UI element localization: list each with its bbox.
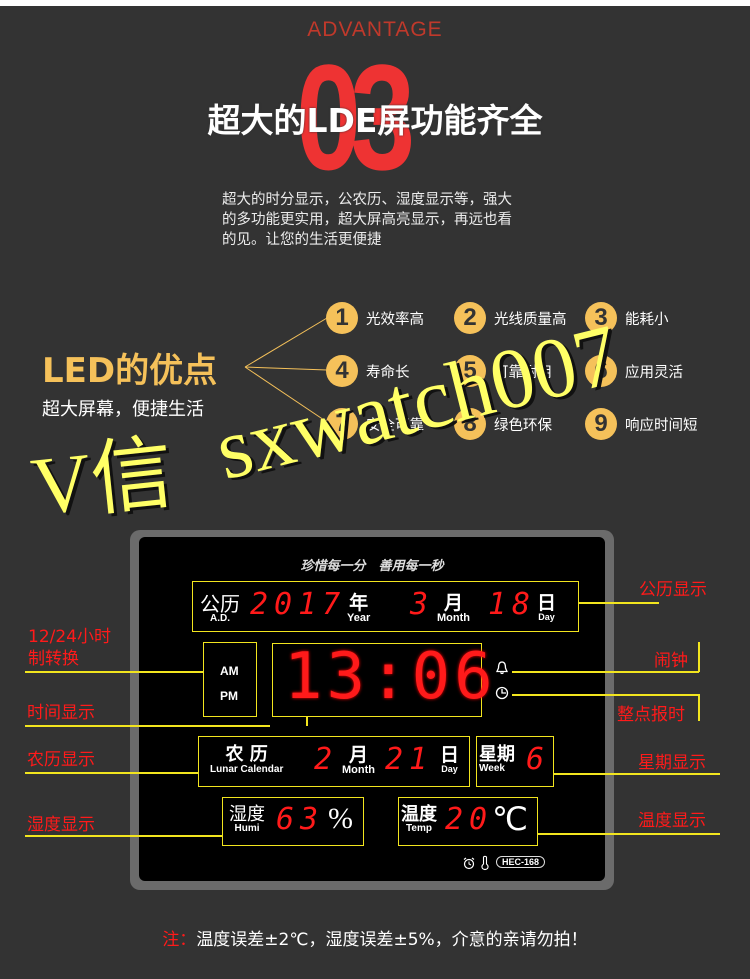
intro-line: 的见。让您的生活更便捷 <box>222 232 382 248</box>
alarm-clock-icon <box>463 857 475 870</box>
connector-line <box>244 317 328 368</box>
callout-humidity: 湿度显示 <box>27 815 95 835</box>
number-badge: 9 <box>585 408 617 440</box>
lunar-label-cn: 农 历 <box>225 744 268 765</box>
callout-temperature: 温度显示 <box>638 811 706 831</box>
advantage-item: 9 响应时间短 <box>585 408 698 440</box>
day-unit: 日 Day <box>537 588 556 622</box>
callout-line <box>25 772 198 774</box>
callout-line <box>698 642 700 672</box>
advantage-label: 能耗小 <box>625 311 669 328</box>
humidity-label-en: Humi <box>234 823 260 834</box>
solar-day-value: 18 <box>488 587 537 622</box>
temperature-value: 20 <box>445 802 494 837</box>
advantage-item: 1 光效率高 <box>326 302 424 334</box>
intro-paragraph: 超大的时分显示，公农历、湿度显示等，强大 的多功能更实用，超大屏高亮显示，再远也… <box>222 190 552 250</box>
advantage-label: 光效率高 <box>366 311 424 328</box>
callout-line <box>25 671 203 673</box>
callout-hour-mode-line1: 12/24小时 <box>28 627 111 647</box>
month-unit: 月 Month <box>437 588 470 624</box>
top-border <box>0 0 750 6</box>
note-prefix: 注： <box>162 930 197 950</box>
advantage-label: 响应时间短 <box>625 417 698 434</box>
model-badge: HEC-168 <box>496 856 546 868</box>
week-value: 6 <box>526 742 551 777</box>
temperature-label: 温度 Temp <box>401 800 437 834</box>
month-unit-cn: 月 <box>443 592 463 614</box>
led-advantages-title: LED的优点 <box>42 351 218 391</box>
bell-icon <box>496 661 508 675</box>
lunar-day-unit-en: Day <box>441 764 458 774</box>
day-unit-en: Day <box>538 612 555 622</box>
callout-line <box>698 694 700 721</box>
advantage-label: 应用灵活 <box>625 364 683 381</box>
solar-label: 公历 A.D. <box>200 588 240 624</box>
callout-line <box>306 717 308 726</box>
year-unit-cn: 年 <box>349 592 369 614</box>
callout-alarm: 闹钟 <box>654 651 688 671</box>
lunar-day-value: 21 <box>385 742 434 777</box>
lunar-month-unit: 月 Month <box>342 740 375 776</box>
callout-line <box>25 835 222 837</box>
lunar-month-unit-en: Month <box>342 764 375 776</box>
connector-line <box>244 366 328 371</box>
callout-hour-mode: 12/24小时 制转换 <box>28 626 111 670</box>
month-unit-en: Month <box>437 612 470 624</box>
temperature-label-en: Temp <box>406 823 432 834</box>
day-unit-cn: 日 <box>537 592 557 614</box>
callout-line <box>538 833 720 835</box>
callout-line <box>512 671 699 673</box>
solar-year-value: 2017 <box>250 587 347 622</box>
callout-lunar: 农历显示 <box>27 750 95 770</box>
callout-solar: 公历显示 <box>639 580 707 600</box>
number-badge: 2 <box>454 302 486 334</box>
lunar-month-unit-cn: 月 <box>348 744 368 766</box>
time-display: 13:06 <box>284 640 497 714</box>
disclaimer-note: 注：温度误差±2℃，湿度误差±5%，介意的亲请勿拍！ <box>0 925 750 950</box>
year-unit: 年 Year <box>347 588 370 624</box>
week-label: 星期 Week <box>479 740 515 774</box>
note-text: 温度误差±2℃，湿度误差±5%，介意的亲请勿拍！ <box>196 930 588 950</box>
ampm-panel <box>203 642 257 717</box>
callout-line <box>554 773 720 775</box>
clock-motto: 珍惜每一分 善用每一秒 <box>300 559 444 574</box>
intro-line: 的多功能更实用，超大屏高亮显示，再远也看 <box>222 212 512 228</box>
callout-time: 时间显示 <box>27 703 95 723</box>
humidity-unit: % <box>328 802 353 835</box>
lunar-label: 农 历 Lunar Calendar <box>210 740 283 775</box>
temperature-unit: ℃ <box>492 801 528 837</box>
watermark-prefix: V信 <box>27 427 178 533</box>
humidity-label: 湿度 Humi <box>229 800 265 834</box>
lunar-day-unit: 日 Day <box>440 740 459 774</box>
lunar-day-unit-cn: 日 <box>440 744 460 766</box>
intro-line: 超大的时分显示，公农历、湿度显示等，强大 <box>222 192 512 208</box>
solar-month-value: 3 <box>410 587 435 622</box>
callout-line <box>579 602 659 604</box>
pm-indicator: PM <box>220 689 238 703</box>
callout-chime: 整点报时 <box>617 705 685 725</box>
callout-week: 星期显示 <box>638 753 706 773</box>
lunar-month-value: 2 <box>314 742 339 777</box>
lunar-label-en: Lunar Calendar <box>210 764 284 775</box>
thermometer-icon <box>481 855 489 871</box>
callout-line <box>512 694 699 696</box>
clock-icon <box>495 686 509 700</box>
year-unit-en: Year <box>347 612 371 624</box>
page-headline: 超大的LDE屏功能齐全 <box>207 101 543 140</box>
number-badge: 1 <box>326 302 358 334</box>
am-indicator: AM <box>220 664 239 678</box>
callout-hour-mode-line2: 制转换 <box>28 649 79 669</box>
callout-line <box>25 725 270 727</box>
humidity-value: 63 <box>276 802 325 837</box>
